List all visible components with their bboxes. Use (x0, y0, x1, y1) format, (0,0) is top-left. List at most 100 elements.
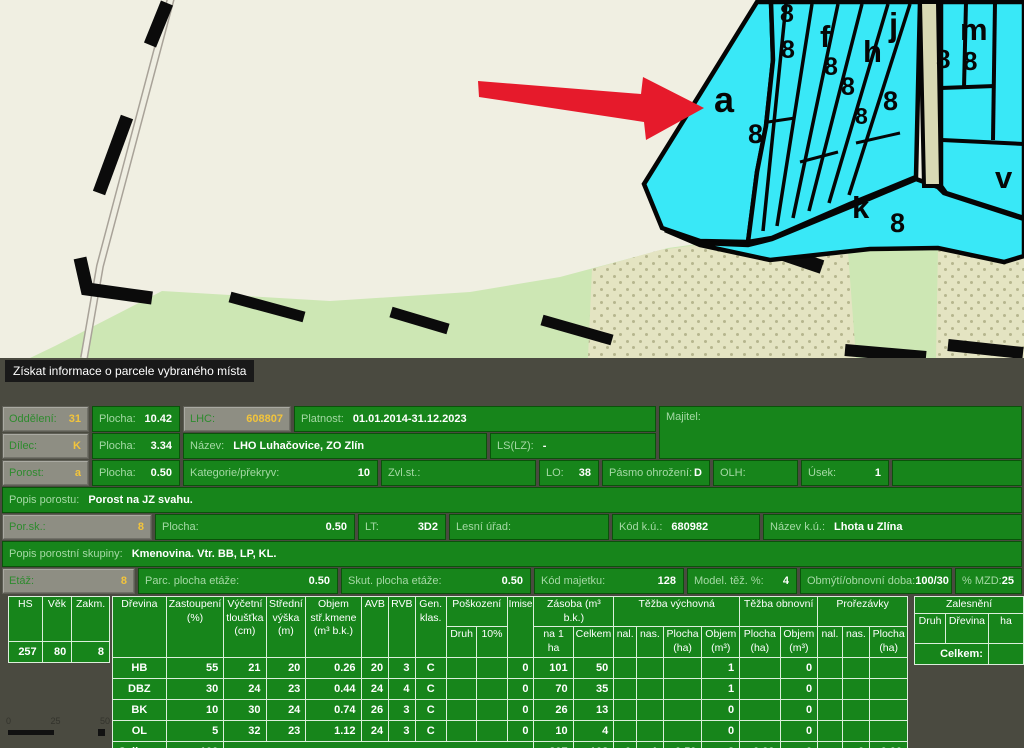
species-cell: 24 (361, 720, 389, 741)
field-skut-plocha: Skut. plocha etáže: 0.50 (341, 568, 531, 594)
species-cell (818, 699, 843, 720)
species-cell: 30 (224, 699, 266, 720)
species-cell (614, 657, 637, 678)
field-mzd: % MZD: 25 (955, 568, 1022, 594)
field-olh: OLH: (713, 460, 798, 486)
species-cell: C (415, 657, 446, 678)
species-cell: 10 (166, 699, 224, 720)
species-cell (446, 678, 477, 699)
species-cell (224, 741, 534, 748)
info-row-7: Etáž: 8 Parc. plocha etáže: 0.50 Skut. p… (2, 568, 1022, 594)
species-cell (740, 720, 780, 741)
species-cell: 23 (266, 720, 306, 741)
species-header-nal: nal. (614, 627, 637, 657)
field-oddeleni: Oddělení: 31 (2, 406, 89, 432)
parcel-letter-h: h (863, 34, 882, 69)
species-cell (477, 678, 507, 699)
species-cell (870, 678, 908, 699)
species-header-zastoupeni: Zastoupení (%) (166, 597, 224, 658)
zalesneni-total-label: Celkem: (915, 643, 989, 664)
species-cell: 24 (266, 699, 306, 720)
field-plocha-dilec: Plocha: 3.34 (92, 433, 180, 459)
species-cell: 1 (702, 657, 740, 678)
scale-tick-0: 0 (6, 716, 11, 726)
species-header-plocha-ha: Plocha (ha) (663, 627, 702, 657)
species-cell: HB (112, 657, 166, 678)
field-majitel: Majitel: (659, 406, 1022, 459)
species-cell (818, 657, 843, 678)
field-lesni-urad: Lesní úřad: (449, 514, 609, 540)
species-header-plocha-ha: Plocha (ha) (740, 627, 780, 657)
species-cell: 2 (702, 741, 740, 748)
species-cell: C (415, 699, 446, 720)
species-row-bk: BK 10 30 24 0.74 26 3 C 0 26 13 0 (112, 699, 907, 720)
info-row-3: Porost: a Plocha: 0.50 Kategorie/překryv… (2, 460, 1022, 486)
field-lslz: LS(LZ): - (490, 433, 656, 459)
scale-tick-25: 25 (50, 716, 60, 726)
species-cell (740, 678, 780, 699)
parcel-letter-a: a (714, 79, 735, 120)
parcel-letter-f: f (820, 19, 831, 54)
info-row-1: Oddělení: 31 Plocha: 10.42 LHC: 608807 (2, 406, 656, 432)
map-number-8: 8 (890, 208, 905, 238)
species-cell: 0.00 (870, 741, 908, 748)
map-number-8: 8 (855, 103, 868, 129)
parcel-info: Oddělení: 31 Plocha: 10.42 LHC: 608807 (2, 406, 1022, 595)
zalesneni-header-druh: Druh (915, 613, 946, 643)
field-obmyti: Obmýtí/obnovní doba: 100/30 (800, 568, 952, 594)
scale-bar-tick (98, 729, 105, 736)
species-cell: 55 (166, 657, 224, 678)
species-cell (842, 657, 870, 678)
field-pasmo: Pásmo ohrožení: D (602, 460, 710, 486)
zalesneni-total-value (988, 643, 1023, 664)
field-plocha-oddeleni: Plocha: 10.42 (92, 406, 180, 432)
species-row-ol: OL 5 32 23 1.12 24 3 C 0 10 4 0 (112, 720, 907, 741)
species-header-tezba-vychovna: Těžba výchovná (614, 597, 740, 627)
species-header-plocha-ha: Plocha (ha) (870, 627, 908, 657)
field-kod-ku: Kód k.ú.: 680982 (612, 514, 760, 540)
species-header-nal: nal. (818, 627, 843, 657)
species-cell: C (415, 678, 446, 699)
map-number-8: 8 (781, 36, 795, 64)
info-row-4: Popis porostu: Porost na JZ svahu. (2, 487, 1022, 513)
species-cell: 20 (266, 657, 306, 678)
species-header-10pct: 10% (477, 627, 507, 657)
species-cell: 3 (389, 657, 415, 678)
map-number-8: 8 (824, 53, 838, 81)
field-kategorie: Kategorie/překryv: 10 (183, 460, 378, 486)
scale-tick-50: 50 (100, 716, 110, 726)
field-parc-plocha: Parc. plocha etáže: 0.50 (138, 568, 338, 594)
map-number-8: 8 (748, 119, 763, 149)
species-cell (740, 699, 780, 720)
species-cell: 80 (42, 642, 72, 663)
species-cell: 26 (361, 699, 389, 720)
species-header-imise: Imise (507, 597, 534, 658)
species-cell (842, 678, 870, 699)
scale-bar-segment (8, 730, 54, 735)
species-header-tezba-obnovni: Těžba obnovní (740, 597, 818, 627)
species-header-poskozeni: Poškození (446, 597, 507, 627)
map-number-8: 8 (936, 44, 950, 74)
species-cell (477, 720, 507, 741)
zalesneni-table: Zalesnění Druh Dřevina ha Celkem: (914, 596, 1024, 665)
species-header-zakm: Zakm. (72, 597, 110, 642)
species-cell: 0 (702, 720, 740, 741)
species-cell (663, 657, 702, 678)
map-canvas[interactable]: a 8 8 8 f 8 8 h 8 j 8 m 8 8 k 8 v (0, 0, 1024, 358)
species-left-table: HS Věk Zakm. 257 80 8 (8, 596, 110, 663)
species-cell (818, 741, 843, 748)
species-header-stredni: Střední výška (m) (266, 597, 306, 658)
species-cell: 24 (361, 678, 389, 699)
map-number-8: 8 (780, 0, 794, 28)
species-cell: 207 (534, 741, 573, 748)
species-cell: 0 (780, 720, 818, 741)
species-cell (663, 720, 702, 741)
species-cell: 0 (780, 741, 818, 748)
species-cell: 70 (534, 678, 573, 699)
field-zvlst: Zvl.st.: (381, 460, 536, 486)
species-header-hs: HS (9, 597, 43, 642)
species-cell (614, 699, 637, 720)
species-header-vek: Věk (42, 597, 72, 642)
species-cell: 4 (573, 720, 614, 741)
species-cell (477, 699, 507, 720)
